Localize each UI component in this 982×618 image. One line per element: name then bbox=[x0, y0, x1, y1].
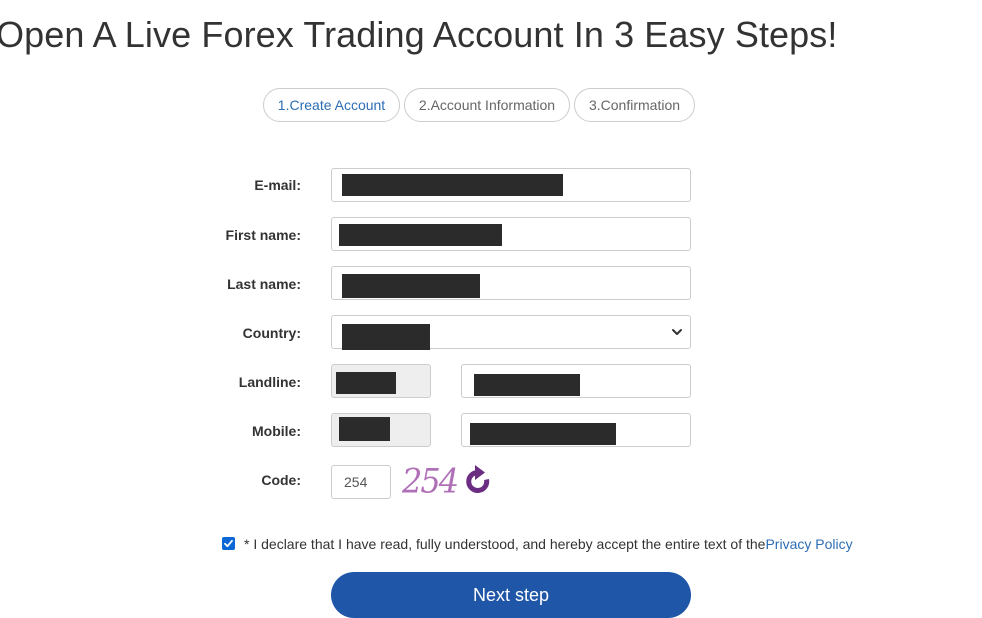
mobile-number-field[interactable] bbox=[461, 413, 691, 447]
checkmark-icon bbox=[224, 539, 233, 547]
last-name-label: Last name: bbox=[227, 276, 301, 292]
code-label: Code: bbox=[261, 472, 301, 488]
redacted-value bbox=[336, 372, 396, 394]
redacted-value bbox=[474, 374, 580, 396]
redacted-value bbox=[339, 417, 390, 441]
declaration-text: * I declare that I have read, fully unde… bbox=[244, 536, 766, 552]
refresh-icon[interactable] bbox=[461, 461, 495, 501]
first-name-label: First name: bbox=[225, 227, 301, 243]
chevron-down-icon bbox=[672, 329, 682, 335]
landline-label: Landline: bbox=[238, 374, 301, 390]
email-field[interactable] bbox=[331, 168, 691, 202]
redacted-value bbox=[342, 324, 430, 350]
privacy-policy-link[interactable]: Privacy Policy bbox=[765, 536, 852, 552]
registration-page: Open A Live Forex Trading Account In 3 E… bbox=[0, 0, 982, 618]
accept-checkbox[interactable] bbox=[222, 536, 235, 550]
captcha-image: 254 bbox=[402, 461, 459, 501]
country-select[interactable] bbox=[331, 315, 691, 350]
declaration-row: * I declare that I have read, fully unde… bbox=[222, 536, 853, 552]
mobile-prefix-field[interactable] bbox=[331, 413, 431, 447]
step-create-account[interactable]: 1.Create Account bbox=[263, 88, 400, 122]
redacted-value bbox=[470, 423, 616, 445]
country-label: Country: bbox=[242, 325, 301, 341]
first-name-field[interactable] bbox=[331, 217, 691, 251]
redacted-value bbox=[339, 224, 502, 246]
redacted-value bbox=[342, 174, 563, 196]
redacted-value bbox=[342, 274, 480, 298]
step-account-information[interactable]: 2.Account Information bbox=[404, 88, 570, 122]
page-title: Open A Live Forex Trading Account In 3 E… bbox=[0, 14, 838, 55]
steps-nav: 1.Create Account 2.Account Information 3… bbox=[263, 88, 695, 122]
step-confirmation[interactable]: 3.Confirmation bbox=[574, 88, 695, 122]
mobile-label: Mobile: bbox=[252, 423, 301, 439]
code-input[interactable]: 254 bbox=[331, 465, 391, 499]
email-label: E-mail: bbox=[254, 177, 301, 193]
last-name-field[interactable] bbox=[331, 266, 691, 300]
landline-number-field[interactable] bbox=[461, 364, 691, 398]
next-step-button[interactable]: Next step bbox=[331, 572, 691, 618]
landline-prefix-field[interactable] bbox=[331, 364, 431, 398]
